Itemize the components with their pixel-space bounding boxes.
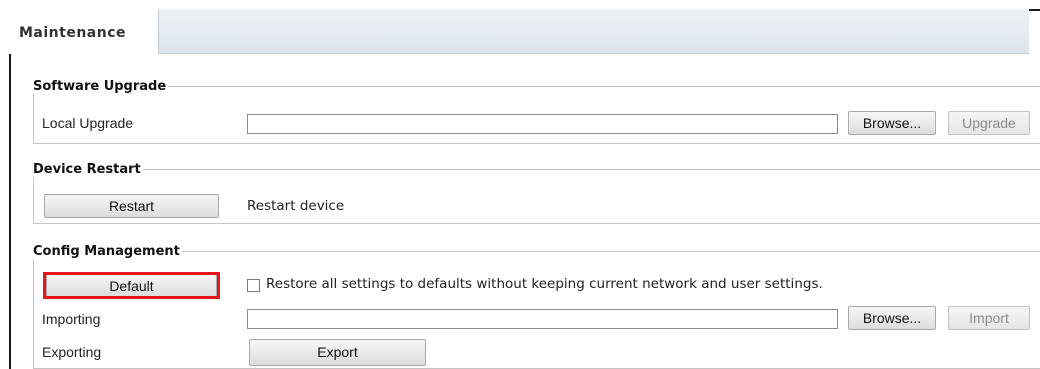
device-restart-legend: Device Restart [33, 162, 141, 177]
export-button[interactable]: Export [249, 339, 426, 366]
tab-bar: Maintenance [9, 9, 1029, 54]
restore-checkbox[interactable] [247, 279, 260, 292]
local-upgrade-label: Local Upgrade [42, 115, 134, 131]
import-browse-button[interactable]: Browse... [848, 306, 936, 330]
exporting-label: Exporting [42, 344, 102, 360]
software-upgrade-legend: Software Upgrade [33, 79, 167, 94]
upgrade-file-input[interactable] [247, 114, 838, 134]
restore-checkbox-label: Restore all settings to defaults without… [266, 276, 823, 292]
upgrade-browse-button[interactable]: Browse... [848, 111, 936, 135]
default-button[interactable]: Default [46, 274, 217, 297]
importing-label: Importing [42, 311, 101, 327]
import-button[interactable]: Import [948, 306, 1030, 330]
restart-description: Restart device [247, 198, 345, 214]
import-file-input[interactable] [247, 309, 838, 329]
restart-button[interactable]: Restart [44, 194, 219, 218]
upgrade-button[interactable]: Upgrade [948, 111, 1030, 135]
tab-maintenance[interactable]: Maintenance [9, 9, 159, 54]
config-management-legend: Config Management [33, 244, 180, 259]
